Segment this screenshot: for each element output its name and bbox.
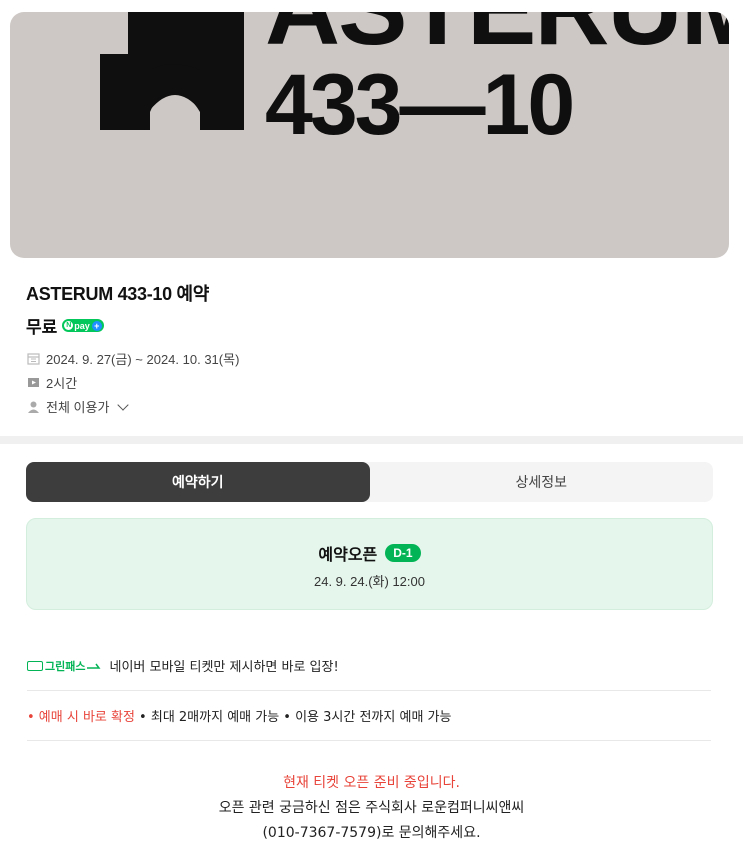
greenpass-row: 그린패스 네이버 모바일 티켓만 제시하면 바로 입장! bbox=[27, 656, 339, 675]
contact-phone: (010-7367-7579)로 문의해주세요. bbox=[262, 825, 481, 841]
booking-notes: • 예매 시 바로 확정 • 최대 2매까지 예매 가능 • 이용 3시간 전까… bbox=[27, 706, 451, 725]
asterum-logo-icon bbox=[100, 12, 244, 130]
open-label: 예약오픈 bbox=[318, 545, 378, 564]
price-label: 무료 bbox=[26, 318, 58, 338]
section-divider bbox=[0, 436, 743, 444]
npay-badge: N pay + bbox=[62, 319, 104, 332]
greenpass-label: 그린패스 bbox=[45, 659, 86, 673]
divider bbox=[27, 740, 711, 741]
ticket-status-notice: 현재 티켓 오픈 준비 중입니다. bbox=[283, 775, 460, 791]
npay-text: pay bbox=[74, 320, 90, 331]
product-title: ASTERUM 433-10 예약 bbox=[26, 284, 210, 304]
tab-details[interactable]: 상세정보 bbox=[370, 462, 714, 502]
booking-limits-note: • 최대 2매까지 예매 가능 • 이용 3시간 전까지 예매 가능 bbox=[134, 710, 452, 725]
naver-n-icon: N bbox=[64, 321, 74, 330]
age-text: 전체 이용가 bbox=[46, 400, 110, 415]
hero-subtitle: 433—10 bbox=[265, 57, 575, 153]
price-row: 무료 N pay + bbox=[26, 313, 104, 338]
contact-notice: 오픈 관련 궁금하신 점은 주식회사 로운컴퍼니씨앤씨 bbox=[218, 800, 525, 816]
instant-confirm-note: • 예매 시 바로 확정 bbox=[27, 710, 135, 725]
chevron-down-icon[interactable] bbox=[117, 398, 130, 411]
divider bbox=[27, 690, 711, 691]
tab-reserve[interactable]: 예약하기 bbox=[26, 462, 370, 502]
dday-badge: D-1 bbox=[385, 544, 421, 562]
reservation-open-box: 예약오픈 D-1 24. 9. 24.(화) 12:00 bbox=[26, 518, 713, 610]
date-info: 2024. 9. 27(금) ~ 2024. 10. 31(목) bbox=[27, 349, 239, 368]
calendar-icon bbox=[27, 352, 40, 365]
greenpass-badge: 그린패스 bbox=[27, 658, 101, 674]
hero-banner: ASTERUM 433—10 bbox=[10, 12, 729, 258]
ticket-icon bbox=[27, 660, 43, 671]
date-range: 2024. 9. 27(금) ~ 2024. 10. 31(목) bbox=[46, 352, 240, 367]
clock-icon bbox=[27, 376, 40, 389]
tab-bar: 예약하기 상세정보 bbox=[26, 462, 713, 502]
plus-icon: + bbox=[91, 320, 102, 331]
age-info[interactable]: 전체 이용가 bbox=[27, 397, 130, 416]
duration-text: 2시간 bbox=[46, 376, 78, 391]
open-datetime: 24. 9. 24.(화) 12:00 bbox=[314, 574, 425, 589]
greenpass-text: 네이버 모바일 티켓만 제시하면 바로 입장! bbox=[109, 660, 339, 675]
arrow-right-icon bbox=[87, 663, 101, 669]
person-icon bbox=[27, 400, 40, 413]
duration-info: 2시간 bbox=[27, 373, 77, 392]
